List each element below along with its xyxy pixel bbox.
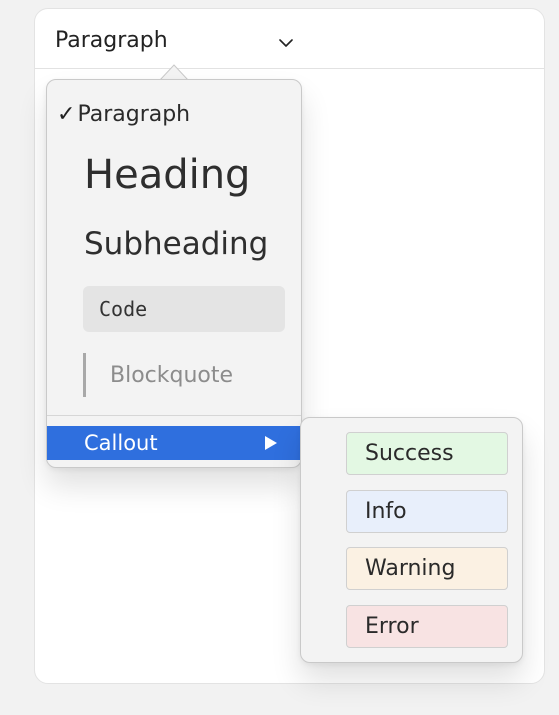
menu-divider — [47, 415, 301, 416]
menu-item-label: Code — [99, 297, 148, 321]
menu-pointer — [160, 64, 188, 80]
block-type-label: Paragraph — [55, 27, 168, 53]
callout-success-option[interactable]: Success — [346, 432, 508, 475]
callout-submenu: Success Info Warning Error — [300, 417, 523, 663]
blockquote-bar — [83, 353, 86, 397]
menu-item-label: Callout — [84, 431, 158, 455]
triangle-right-icon — [265, 436, 277, 450]
menu-item-heading[interactable]: Heading — [84, 152, 250, 198]
block-type-menu: ✓ Paragraph Heading Subheading Code Bloc… — [46, 79, 302, 468]
menu-item-blockquote[interactable]: Blockquote — [83, 352, 233, 398]
block-type-select[interactable]: Paragraph — [55, 19, 293, 61]
callout-info-option[interactable]: Info — [346, 490, 508, 533]
check-icon: ✓ — [57, 101, 76, 127]
editor-toolbar: Paragraph — [35, 9, 544, 69]
page: Paragraph ✓ Paragraph Heading Subheading… — [0, 0, 559, 715]
callout-error-option[interactable]: Error — [346, 605, 508, 648]
chevron-down-icon — [279, 39, 293, 47]
menu-item-callout[interactable]: Callout — [47, 426, 301, 460]
menu-item-paragraph[interactable]: ✓ Paragraph — [57, 98, 190, 130]
menu-item-label: Blockquote — [110, 362, 234, 388]
menu-item-label: Paragraph — [77, 101, 191, 127]
callout-warning-option[interactable]: Warning — [346, 547, 508, 590]
menu-item-subheading[interactable]: Subheading — [84, 226, 268, 262]
menu-item-code[interactable]: Code — [83, 286, 285, 332]
